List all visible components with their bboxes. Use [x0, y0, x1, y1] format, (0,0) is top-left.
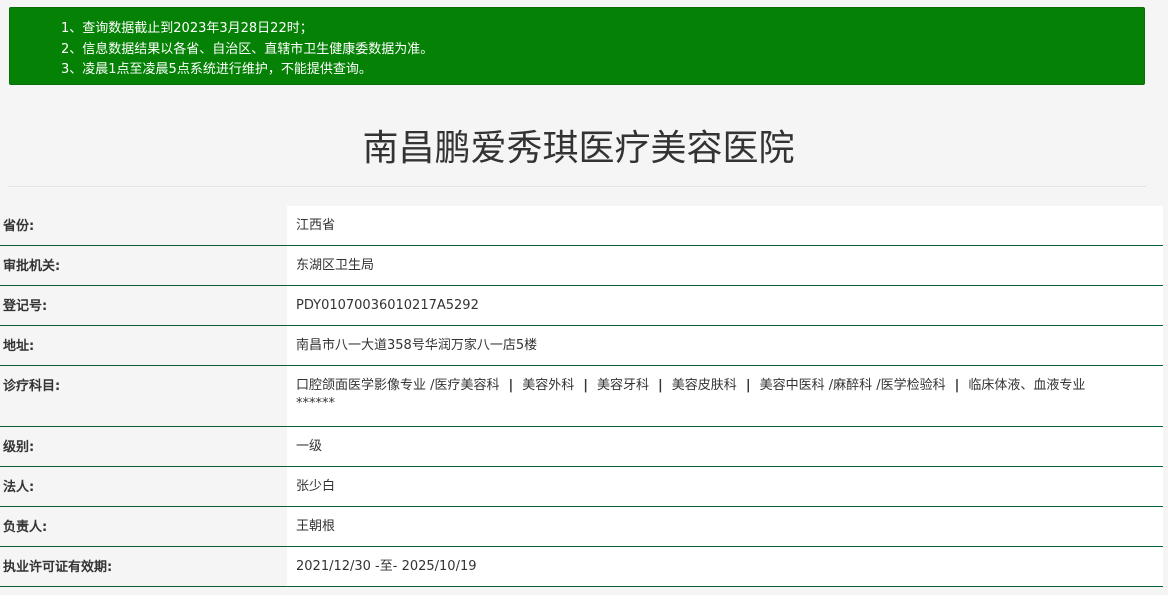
info-row-legal-person: 法人: 张少白: [0, 467, 1163, 507]
province-label: 省份:: [0, 206, 287, 245]
level-value: 一级: [287, 427, 1163, 466]
title-divider: [8, 186, 1146, 187]
person-in-charge-value: 王朝根: [287, 507, 1163, 546]
notice-line-2: 2、信息数据结果以各省、自治区、直辖市卫生健康委数据为准。: [61, 41, 434, 57]
notice-line-1: 1、查询数据截止到2023年3月28日22时；: [61, 21, 313, 36]
level-label: 级别:: [0, 427, 287, 466]
info-row-address: 地址: 南昌市八一大道358号华润万家八一店5楼: [0, 326, 1163, 366]
info-row-approval-authority: 审批机关: 东湖区卫生局: [0, 246, 1163, 286]
department-item: 临床体液、血液专业: [968, 378, 1086, 393]
department-item: 口腔颌面医学影像专业 /医疗美容科: [296, 378, 500, 393]
approval-authority-label: 审批机关:: [0, 246, 287, 285]
department-item: 美容中医科 /麻醉科 /医学检验科: [759, 378, 946, 393]
info-row-departments: 诊疗科目: 口腔颌面医学影像专业 /医疗美容科 | 美容外科 | 美容牙科 | 美容皮肤科 |…: [0, 366, 1163, 427]
province-value: 江西省: [287, 206, 1163, 245]
legal-person-label: 法人:: [0, 467, 287, 506]
departments-label: 诊疗科目:: [0, 366, 287, 426]
address-value: 南昌市八一大道358号华润万家八一店5楼: [287, 326, 1163, 365]
notice-line-3: 3、凌晨1点至凌晨5点系统进行维护，不能提供查询。: [61, 62, 372, 77]
departments-trailing-mask: ******: [296, 396, 335, 411]
license-validity-value: 2021/12/30 -至- 2025/10/19: [287, 547, 1163, 586]
info-row-person-in-charge: 负责人: 王朝根: [0, 507, 1163, 547]
info-row-registration-number: 登记号: PDY01070036010217A5292: [0, 286, 1163, 326]
department-separator: |: [745, 378, 751, 393]
legal-person-value: 张少白: [287, 467, 1163, 506]
registration-number-value: PDY01070036010217A5292: [287, 286, 1163, 325]
approval-authority-value: 东湖区卫生局: [287, 246, 1163, 285]
hospital-info-table: 省份: 江西省 审批机关: 东湖区卫生局 登记号: PDY01070036010…: [0, 206, 1163, 587]
info-row-license-validity: 执业许可证有效期: 2021/12/30 -至- 2025/10/19: [0, 547, 1163, 587]
department-separator: |: [954, 378, 960, 393]
notice-banner: 1、查询数据截止到2023年3月28日22时； 2、信息数据结果以各省、自治区、…: [9, 7, 1145, 85]
person-in-charge-label: 负责人:: [0, 507, 287, 546]
department-separator: |: [583, 378, 589, 393]
departments-list: 口腔颌面医学影像专业 /医疗美容科 | 美容外科 | 美容牙科 | 美容皮肤科 | 美容中医科 …: [296, 377, 1163, 395]
department-item: 美容皮肤科: [671, 378, 737, 393]
info-row-level: 级别: 一级: [0, 427, 1163, 467]
department-separator: |: [658, 378, 663, 393]
departments-value: 口腔颌面医学影像专业 /医疗美容科 | 美容外科 | 美容牙科 | 美容皮肤科 | 美容中医科 …: [287, 366, 1163, 426]
department-item: 美容外科: [522, 378, 575, 393]
license-validity-label: 执业许可证有效期:: [0, 547, 287, 586]
info-row-province: 省份: 江西省: [0, 206, 1163, 246]
hospital-name-title: 南昌鹏爱秀琪医疗美容医院: [362, 128, 795, 169]
department-item: 美容牙科: [597, 378, 650, 393]
department-separator: |: [508, 378, 514, 393]
address-label: 地址:: [0, 326, 287, 365]
registration-number-label: 登记号:: [0, 286, 287, 325]
